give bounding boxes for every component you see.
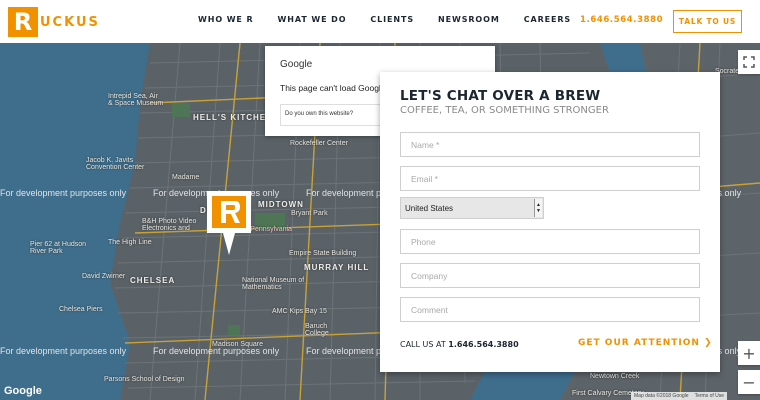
own-website-link[interactable]: Do you own this website? — [285, 111, 353, 117]
header-phone-link[interactable]: 1.646.564.3880 — [580, 15, 663, 25]
site-header: R UCKUS WHO WE R WHAT WE DO CLIENTS NEWS… — [0, 0, 760, 43]
call-us-number[interactable]: 1.646.564.3880 — [448, 340, 518, 349]
map-label-javits: Jacob K. Javits Convention Center — [86, 157, 145, 171]
nav-clients[interactable]: CLIENTS — [370, 15, 414, 24]
nav-careers[interactable]: CAREERS — [524, 15, 571, 24]
map-label-baruch: Baruch College — [305, 323, 329, 337]
email-field[interactable] — [400, 166, 700, 191]
map-label-bryant-park: Bryant Park — [291, 210, 328, 217]
map-label-parsons: Parsons School of Design — [104, 376, 185, 383]
map-label-chelsea-piers: Chelsea Piers — [59, 306, 103, 313]
map-attribution: Map data ©2018 Google Terms of Use — [631, 392, 728, 400]
map-label-murray-hill: MURRAY HILL — [304, 263, 370, 272]
fullscreen-button[interactable] — [738, 50, 760, 74]
map-label-chelsea: CHELSEA — [130, 276, 176, 285]
map-label-high-line: The High Line — [108, 239, 152, 246]
get-our-attention-button[interactable]: GET OUR ATTENTION ❯ — [578, 338, 713, 348]
name-field[interactable] — [400, 132, 700, 157]
comment-field[interactable] — [400, 297, 700, 322]
map-label-rockefeller: Rockefeller Center — [290, 140, 348, 147]
ruckus-map-pin-icon[interactable] — [205, 189, 253, 257]
nav-who-we-are[interactable]: WHO WE R — [198, 15, 254, 24]
call-us-prefix: CALL US AT — [400, 340, 446, 349]
dev-watermark: For development purposes only — [0, 188, 127, 198]
ruckus-logo[interactable]: R UCKUS — [8, 7, 100, 37]
terms-link[interactable]: Terms of Use — [695, 392, 724, 400]
map-label-madame: Madame — [172, 174, 200, 181]
map-label-david-zwirner: David Zwirner — [82, 273, 126, 280]
map-label-amc: AMC Kips Bay 15 — [272, 308, 327, 315]
map-data-credit: Map data ©2018 Google — [634, 393, 689, 399]
contact-subtitle: COFFEE, TEA, OR SOMETHING STRONGER — [400, 105, 609, 116]
map-label-midtown: MIDTOWN — [258, 200, 304, 209]
map-label-hells-kitchen: HELL'S KITCHEN — [193, 113, 273, 122]
company-field[interactable] — [400, 263, 700, 288]
map-label-empire: Empire State Building — [289, 250, 357, 257]
contact-title: LET'S CHAT OVER A BREW — [400, 88, 601, 104]
country-selected-value: United States — [405, 203, 454, 213]
talk-to-us-button[interactable]: TALK TO US — [673, 10, 742, 33]
logo-mark: R — [8, 7, 38, 37]
zoom-in-button[interactable]: + — [738, 341, 760, 365]
contact-form-card: LET'S CHAT OVER A BREW COFFEE, TEA, OR S… — [380, 72, 720, 372]
map-label-bh: B&H Photo Video Electronics and — [142, 218, 197, 232]
country-select[interactable]: United States ▲ ▼ — [400, 197, 544, 219]
google-logo: Google — [4, 385, 42, 397]
dev-watermark: For development purposes only — [0, 346, 127, 356]
nav-what-we-do[interactable]: WHAT WE DO — [278, 15, 347, 24]
phone-field[interactable] — [400, 229, 700, 254]
map-label-pier62: Pier 62 at Hudson River Park — [30, 241, 87, 255]
main-nav: WHO WE R WHAT WE DO CLIENTS NEWSROOM CAR… — [198, 15, 595, 24]
logo-wordmark: UCKUS — [40, 14, 100, 30]
dialog-error-message: This page can't load Google — [280, 83, 386, 93]
map-label-natmath: National Museum of Mathematics — [242, 277, 305, 291]
nav-newsroom[interactable]: NEWSROOM — [438, 15, 500, 24]
call-us-line: CALL US AT 1.646.564.3880 — [400, 340, 519, 349]
fullscreen-icon — [743, 56, 755, 68]
map-label-newtown: Newtown Creek — [590, 373, 640, 380]
map-label-intrepid: Intrepid Sea, Air & Space Museum — [108, 93, 164, 107]
dev-watermark: For development purposes only — [153, 346, 280, 356]
dialog-google-title: Google — [280, 59, 313, 70]
zoom-out-button[interactable]: − — [738, 370, 760, 394]
select-arrows-icon: ▲ ▼ — [534, 199, 542, 217]
